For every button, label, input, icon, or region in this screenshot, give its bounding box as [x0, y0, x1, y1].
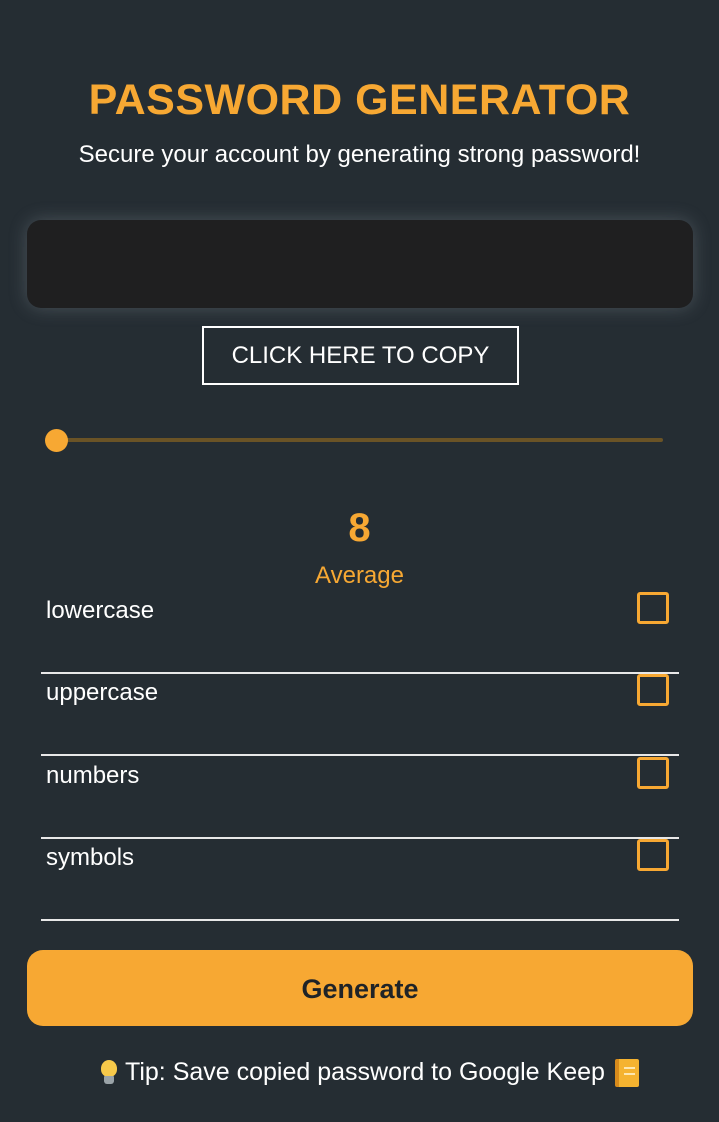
option-row-numbers[interactable]: numbers [41, 757, 679, 839]
lightbulb-icon [98, 1058, 120, 1088]
password-output-field[interactable] [27, 220, 693, 308]
page-title: PASSWORD GENERATOR [88, 76, 631, 124]
slider-thumb[interactable] [45, 429, 68, 452]
strength-label: Average [315, 562, 404, 589]
option-label: uppercase [46, 679, 159, 706]
option-label: symbols [46, 844, 135, 871]
option-row-uppercase[interactable]: uppercase [41, 674, 679, 756]
length-slider[interactable] [44, 425, 666, 455]
password-length-value: 8 [348, 506, 371, 550]
notebook-icon [614, 1059, 639, 1088]
symbols-checkbox[interactable] [637, 839, 669, 871]
numbers-checkbox[interactable] [637, 757, 669, 789]
slider-track [56, 438, 663, 442]
generate-button[interactable]: Generate [27, 950, 693, 1026]
uppercase-checkbox[interactable] [637, 674, 669, 706]
option-label: numbers [46, 762, 140, 789]
tip-line: Tip: Save copied password to Google Keep [98, 1055, 639, 1089]
option-row-lowercase[interactable]: lowercase [41, 592, 679, 674]
option-row-symbols[interactable]: symbols [41, 839, 679, 921]
page-subtitle: Secure your account by generating strong… [78, 141, 641, 168]
tip-text: Tip: Save copied password to Google Keep [125, 1058, 605, 1086]
option-label: lowercase [46, 597, 155, 624]
copy-button[interactable]: CLICK HERE TO COPY [202, 326, 519, 385]
lowercase-checkbox[interactable] [637, 592, 669, 624]
